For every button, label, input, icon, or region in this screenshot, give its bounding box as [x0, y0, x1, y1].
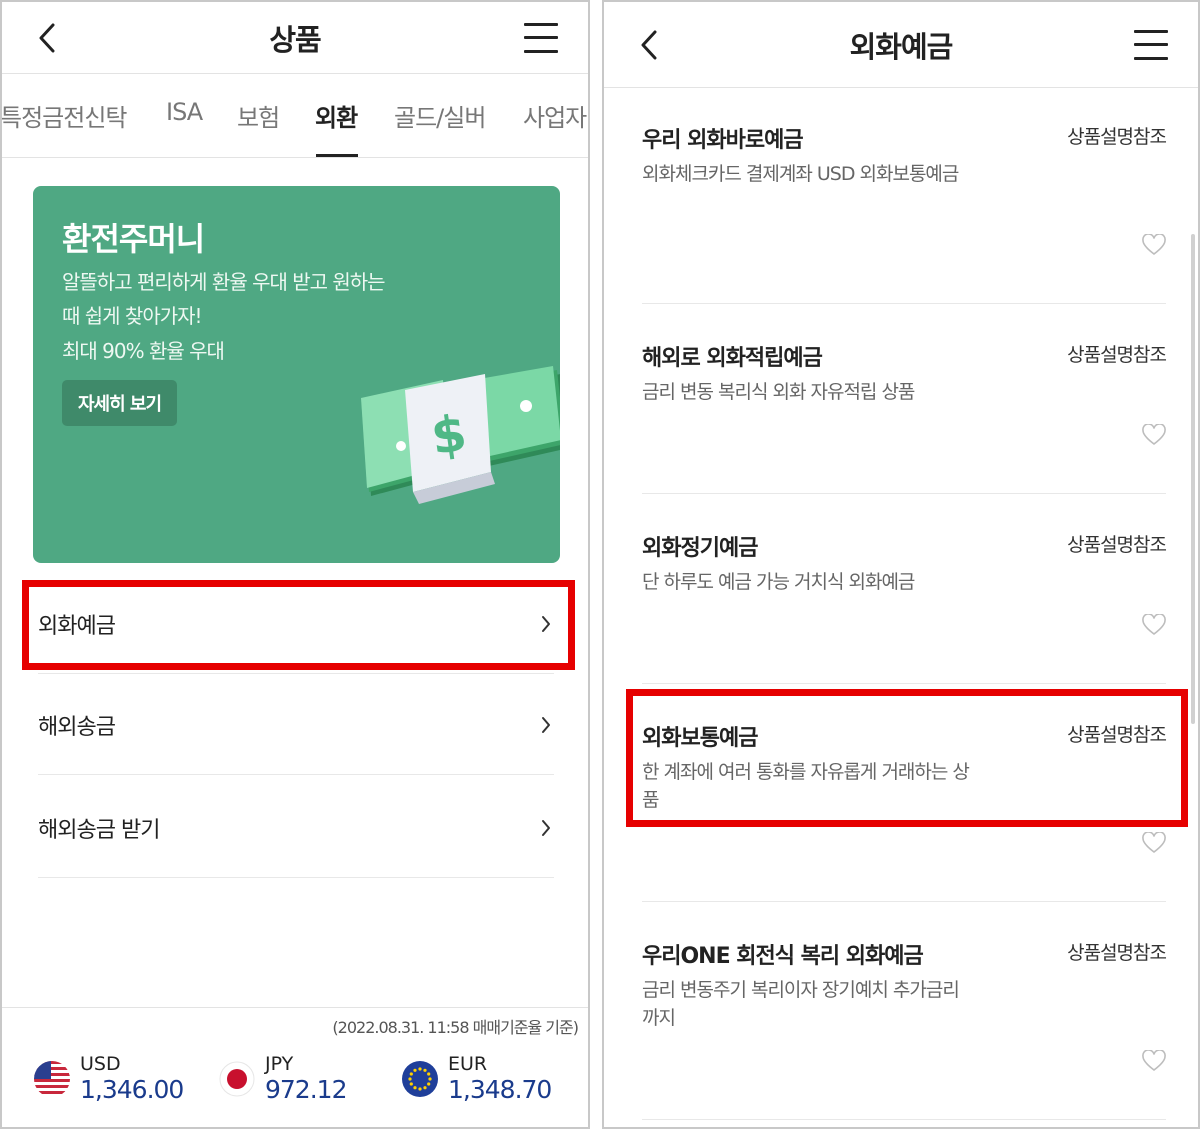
product-item[interactable]: 외화정기예금 상품설명참조 단 하루도 예금 가능 거치식 외화예금 — [642, 510, 1167, 684]
product-desc: 단 하루도 예금 가능 거치식 외화예금 — [642, 571, 915, 593]
japan-flag-icon — [219, 1061, 255, 1097]
product-name: 외화보통예금 — [642, 726, 758, 751]
heart-icon[interactable] — [1142, 1050, 1166, 1072]
product-item[interactable]: 해외로 외화적립예금 상품설명참조 금리 변동 복리식 외화 자유적립 상품 — [642, 320, 1167, 494]
tab-forex[interactable]: 외환 — [315, 98, 358, 133]
product-name: 해외로 외화적립예금 — [642, 346, 823, 371]
eu-flag-icon — [402, 1061, 438, 1097]
rate-usd[interactable]: USD 1,346.00 — [34, 1053, 184, 1105]
product-desc: 금리 변동주기 복리이자 장기예치 추가금리까지 — [642, 979, 960, 1029]
scrollbar[interactable] — [1191, 234, 1195, 724]
page-title: 외화예금 — [849, 29, 954, 64]
rate-code: JPY — [265, 1053, 294, 1075]
hamburger-menu-icon[interactable] — [1134, 29, 1168, 60]
top-bar: 외화예금 — [604, 2, 1198, 88]
banner-title: 환전주머니 — [62, 220, 205, 258]
tab-special-trust[interactable]: 특정금전신탁 — [2, 98, 127, 133]
hamburger-menu-icon[interactable] — [524, 22, 558, 53]
heart-icon[interactable] — [1142, 424, 1166, 446]
exchange-rates-bar: (2022.08.31. 11:58 매매기준율 기준) USD 1,346.0… — [2, 1007, 588, 1127]
active-tab-indicator — [316, 154, 358, 157]
product-name: 우리 외화바로예금 — [642, 128, 804, 153]
rate-code: EUR — [448, 1053, 488, 1075]
tab-business[interactable]: 사업자 — [523, 98, 587, 133]
heart-icon[interactable] — [1142, 832, 1166, 854]
product-item[interactable]: 우리ONE 회전식 복리 외화예금 상품설명참조 금리 변동주기 복리이자 장기… — [642, 918, 1167, 1120]
chevron-right-icon — [538, 818, 554, 838]
product-description-link[interactable]: 상품설명참조 — [1067, 122, 1167, 149]
banner-desc-line-1: 알뜰하고 편리하게 환율 우대 받고 원하는 — [62, 270, 386, 294]
page-title: 상품 — [269, 22, 321, 57]
heart-icon[interactable] — [1142, 234, 1166, 256]
rate-eur[interactable]: EUR 1,348.70 — [402, 1053, 552, 1105]
back-arrow-icon[interactable] — [32, 18, 62, 58]
tab-isa[interactable]: ISA — [166, 98, 203, 126]
product-name: 우리ONE 회전식 복리 외화예금 — [642, 944, 924, 969]
banner-detail-button[interactable]: 자세히 보기 — [62, 380, 177, 426]
product-description-link[interactable]: 상품설명참조 — [1067, 340, 1167, 367]
product-desc: 외화체크카드 결제계좌 USD 외화보통예금 — [642, 163, 959, 185]
menu-item-label: 해외송금 — [38, 714, 116, 740]
menu-item-label: 외화예금 — [38, 613, 116, 639]
menu-item-fx-deposit[interactable]: 외화예금 — [38, 574, 554, 674]
product-desc: 금리 변동 복리식 외화 자유적립 상품 — [642, 381, 915, 403]
product-description-link[interactable]: 상품설명참조 — [1067, 938, 1167, 965]
product-desc: 한 계좌에 여러 통화를 자유롭게 거래하는 상품 — [642, 761, 970, 811]
banner-desc-line-3: 최대 90% 환율 우대 — [62, 339, 225, 363]
back-arrow-icon[interactable] — [634, 25, 664, 65]
fx-deposit-screen: 외화예금 우리 외화바로예금 상품설명참조 외화체크카드 결제계좌 USD 외화… — [602, 0, 1200, 1129]
promo-banner[interactable]: 환전주머니 알뜰하고 편리하게 환율 우대 받고 원하는 때 쉽게 찾아가자! … — [33, 186, 560, 563]
chevron-right-icon — [538, 614, 554, 634]
product-item[interactable]: 외화보통예금 상품설명참조 한 계좌에 여러 통화를 자유롭게 거래하는 상품 — [642, 700, 1167, 902]
rate-value: 972.12 — [265, 1075, 347, 1104]
products-screen: 상품 특정금전신탁 ISA 보험 외환 골드/실버 사업자 환전주머니 알뜰하고… — [0, 0, 590, 1129]
product-name: 외화정기예금 — [642, 536, 758, 561]
menu-item-receive-remittance[interactable]: 해외송금 받기 — [38, 778, 554, 878]
dollar-money-stack-icon: $ — [361, 366, 560, 504]
product-description-link[interactable]: 상품설명참조 — [1067, 530, 1167, 557]
rate-code: USD — [80, 1053, 121, 1075]
rate-jpy[interactable]: JPY 972.12 — [219, 1053, 347, 1105]
menu-item-label: 해외송금 받기 — [38, 817, 160, 843]
us-flag-icon — [34, 1061, 70, 1097]
product-description-link[interactable]: 상품설명참조 — [1067, 720, 1167, 747]
tab-gold-silver[interactable]: 골드/실버 — [394, 98, 486, 133]
top-bar: 상품 — [2, 2, 588, 74]
tab-insurance[interactable]: 보험 — [237, 98, 280, 133]
product-item[interactable]: 우리 외화바로예금 상품설명참조 외화체크카드 결제계좌 USD 외화보통예금 — [642, 102, 1167, 304]
category-tabs: 특정금전신탁 ISA 보험 외환 골드/실버 사업자 — [2, 74, 588, 158]
rate-value: 1,346.00 — [80, 1075, 184, 1104]
menu-item-overseas-remittance[interactable]: 해외송금 — [38, 675, 554, 775]
chevron-right-icon — [538, 715, 554, 735]
rates-date-note: (2022.08.31. 11:58 매매기준율 기준) — [332, 1018, 579, 1037]
heart-icon[interactable] — [1142, 614, 1166, 636]
banner-desc-line-2: 때 쉽게 찾아가자! — [62, 304, 203, 328]
rate-value: 1,348.70 — [448, 1075, 552, 1104]
